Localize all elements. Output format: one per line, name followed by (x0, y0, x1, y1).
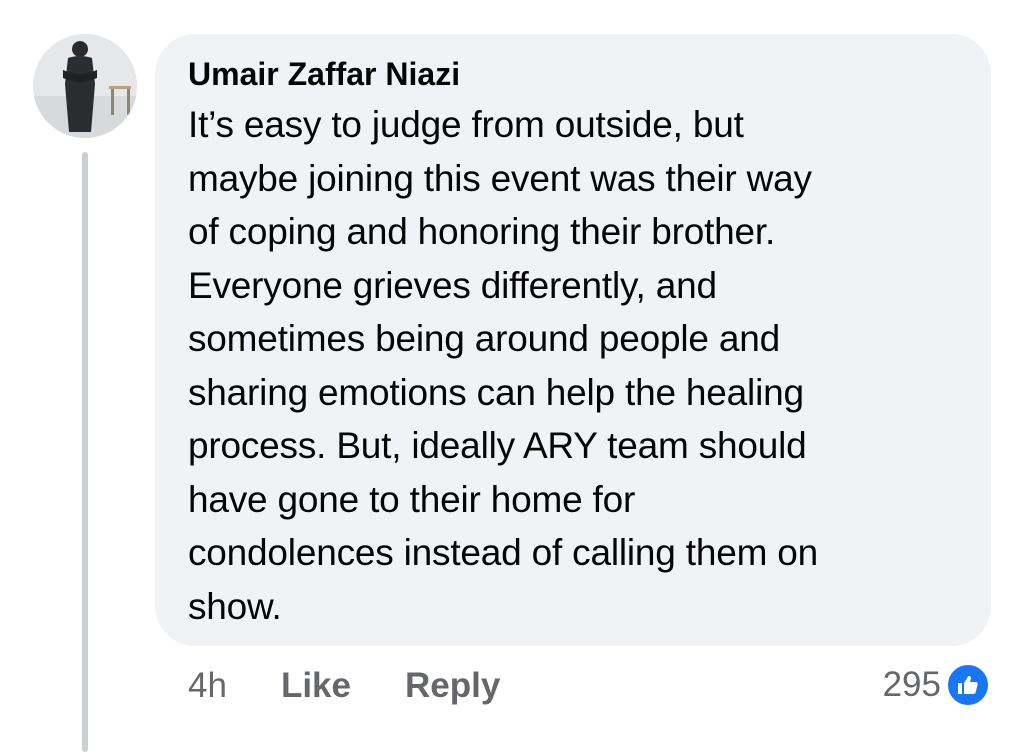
comment-actions: 4h Like Reply (188, 663, 500, 709)
thumbs-up-icon (945, 662, 991, 708)
comment-line: condolences instead of calling them on (188, 532, 819, 573)
comment-bubble: Umair Zaffar Niazi It’s easy to judge fr… (155, 34, 991, 646)
comment-line: It’s easy to judge from outside, but (188, 104, 744, 145)
comment-timestamp[interactable]: 4h (188, 666, 227, 706)
avatar[interactable] (33, 34, 137, 138)
reaction-summary[interactable]: 295 (883, 660, 991, 710)
comment-author[interactable]: Umair Zaffar Niazi (188, 54, 961, 94)
comment-line: have gone to their home for (188, 478, 636, 520)
reply-button[interactable]: Reply (405, 666, 500, 706)
comment-line: sometimes being around people and (188, 318, 780, 359)
comment-line: of coping and honoring their brother. (188, 211, 776, 252)
comment-line: maybe joining this event was their way (188, 157, 812, 199)
comment-text: It’s easy to judge from outside, but may… (188, 98, 961, 633)
thread-line (82, 152, 88, 752)
comment-line: Everyone grieves differently, and (188, 264, 717, 306)
profile-photo-icon (33, 34, 137, 138)
like-button[interactable]: Like (281, 666, 351, 706)
comment-line: show. (188, 585, 282, 627)
comment-line: process. But, ideally ARY team should (188, 425, 807, 466)
reaction-count: 295 (882, 665, 941, 704)
comment-line: sharing emotions can help the healing (188, 371, 804, 413)
